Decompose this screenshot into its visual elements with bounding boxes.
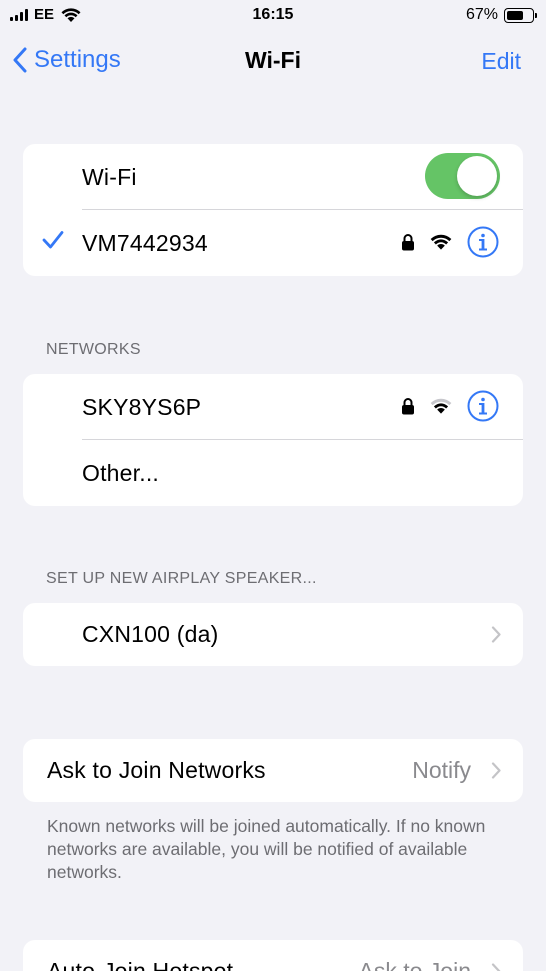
ask-to-join-value: Notify xyxy=(412,757,471,783)
edit-button[interactable]: Edit xyxy=(481,48,521,75)
ask-to-join-row[interactable]: Ask to Join Networks Notify xyxy=(23,739,523,802)
wifi-strength-icon xyxy=(430,234,452,250)
airplay-speaker-name: CXN100 (da) xyxy=(82,621,219,647)
info-icon[interactable] xyxy=(467,390,499,422)
chevron-right-icon xyxy=(491,762,501,779)
auto-join-hotspot-label: Auto-Join Hotspot xyxy=(47,958,234,971)
airplay-group: CXN100 (da) xyxy=(23,603,523,666)
networks-section-header: NETWORKS xyxy=(46,341,141,358)
network-row[interactable]: SKY8YS6P xyxy=(23,374,523,440)
airplay-speaker-row[interactable]: CXN100 (da) xyxy=(23,603,523,666)
wifi-toggle-label: Wi-Fi xyxy=(82,163,137,190)
info-icon[interactable] xyxy=(467,226,499,258)
wifi-toggle-row: Wi-Fi xyxy=(23,144,523,210)
connected-network-row[interactable]: VM7442934 xyxy=(23,210,523,276)
battery-percentage: 67% xyxy=(465,6,498,23)
ask-to-join-group: Ask to Join Networks Notify xyxy=(23,739,523,802)
auto-join-hotspot-row[interactable]: Auto-Join Hotspot Ask to Join xyxy=(23,940,523,971)
chevron-right-icon xyxy=(491,963,501,971)
status-right: 67% xyxy=(465,6,537,24)
connected-network-name: VM7442934 xyxy=(82,229,208,256)
networks-group: SKY8YS6P Other... xyxy=(23,374,523,506)
chevron-right-icon xyxy=(491,626,501,643)
other-network-label: Other... xyxy=(82,459,160,486)
wifi-toggle-switch[interactable] xyxy=(425,153,500,199)
status-bar: EE 16:15 67% xyxy=(0,0,546,30)
wifi-strength-icon xyxy=(430,398,452,414)
network-name: SKY8YS6P xyxy=(82,393,202,420)
ask-to-join-footer-note: Known networks will be joined automatica… xyxy=(47,816,486,882)
lock-icon xyxy=(402,234,414,251)
clock: 16:15 xyxy=(252,6,294,23)
other-network-row[interactable]: Other... xyxy=(23,440,523,506)
page-title: Wi-Fi xyxy=(245,47,301,73)
auto-join-hotspot-group: Auto-Join Hotspot Ask to Join xyxy=(23,940,523,971)
checkmark-icon xyxy=(42,231,64,249)
ask-to-join-label: Ask to Join Networks xyxy=(47,757,266,783)
wifi-group: Wi-Fi VM7442934 xyxy=(23,144,523,276)
navigation-bar: Settings Wi-Fi Edit xyxy=(0,38,546,86)
auto-join-hotspot-value: Ask to Join xyxy=(358,958,472,971)
airplay-section-header: SET UP NEW AIRPLAY SPEAKER... xyxy=(46,570,317,587)
battery-icon xyxy=(504,7,537,23)
lock-icon xyxy=(402,398,414,415)
